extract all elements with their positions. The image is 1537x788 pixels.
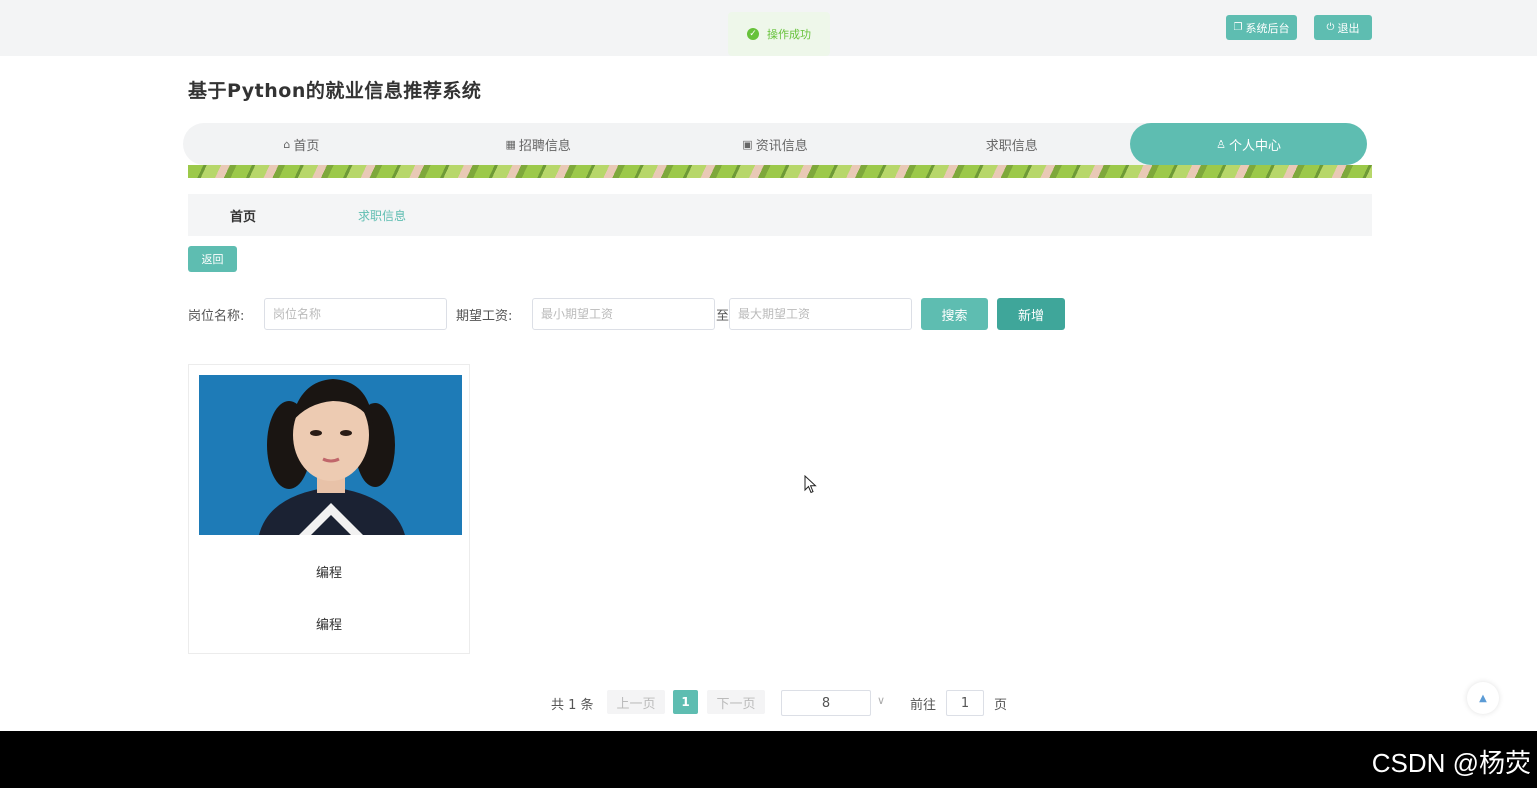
toast-text: 操作成功 — [767, 28, 811, 41]
page-size-select[interactable]: 8 — [781, 690, 871, 716]
admin-button[interactable]: ❐ 系统后台 — [1226, 15, 1297, 40]
nav-item-personal-center[interactable]: ♙ 个人中心 — [1130, 123, 1367, 165]
main-nav: ⌂ 首页 ▦ 招聘信息 ▣ 资讯信息 求职信息 ♙ 个人中心 — [183, 123, 1367, 165]
nav-item-home[interactable]: ⌂ 首页 — [183, 123, 420, 165]
portrait-illustration — [199, 375, 462, 535]
chevron-down-icon[interactable]: ∨ — [877, 694, 885, 707]
nav-item-label: 求职信息 — [985, 138, 1038, 154]
watermark: CSDN @杨荧 — [1371, 748, 1531, 778]
briefcase-icon: ▣ — [742, 137, 753, 151]
nav-item-label: 首页 — [293, 138, 320, 154]
max-salary-input[interactable] — [729, 298, 912, 330]
pagination-total: 共 1 条 — [551, 698, 594, 713]
goto-label: 前往 — [910, 698, 937, 713]
logout-button-label: 退出 — [1337, 21, 1360, 35]
to-label: 至 — [716, 309, 730, 324]
goto-page-input[interactable] — [946, 690, 984, 716]
page-suffix-label: 页 — [994, 698, 1008, 713]
breadcrumb-home[interactable]: 首页 — [230, 206, 256, 225]
pagination: 共 1 条 上一页 1 下一页 8 ∨ 前往 页 — [0, 690, 1537, 716]
mouse-cursor-icon — [804, 475, 817, 494]
profile-photo — [199, 375, 462, 535]
site-title: 基于Python的就业信息推荐系统 — [188, 80, 482, 102]
nav-item-news[interactable]: ▣ 资讯信息 — [657, 123, 894, 165]
logout-button[interactable]: ⏻ 退出 — [1314, 15, 1372, 40]
bottom-bar: CSDN @杨荧 — [0, 731, 1537, 788]
salary-label: 期望工资: — [456, 309, 513, 324]
card-subtitle: 编程 — [315, 618, 342, 633]
min-salary-input[interactable] — [532, 298, 715, 330]
breadcrumb: 首页 求职信息 — [188, 194, 1372, 236]
nav-item-job-seeking[interactable]: 求职信息 — [893, 123, 1130, 165]
power-icon: ⏻ — [1326, 22, 1335, 33]
search-button[interactable]: 搜索 — [921, 298, 988, 330]
grid-icon: ▦ — [505, 137, 516, 151]
nav-item-label: 招聘信息 — [518, 138, 571, 154]
nav-item-label: 资讯信息 — [755, 138, 808, 154]
admin-button-label: 系统后台 — [1245, 21, 1290, 35]
back-button[interactable]: 返回 — [188, 246, 237, 272]
prev-page-button[interactable]: 上一页 — [607, 690, 665, 714]
job-name-label: 岗位名称: — [188, 309, 245, 324]
user-icon: ♙ — [1216, 137, 1227, 151]
success-toast: ✓ 操作成功 — [728, 12, 830, 56]
job-name-input[interactable] — [264, 298, 447, 330]
job-seeking-card[interactable]: 编程 编程 — [188, 364, 470, 654]
back-to-top-button[interactable]: ▲ — [1467, 682, 1499, 714]
next-page-button[interactable]: 下一页 — [707, 690, 765, 714]
page-number-current[interactable]: 1 — [673, 690, 698, 714]
nav-item-recruitment[interactable]: ▦ 招聘信息 — [420, 123, 657, 165]
check-circle-icon: ✓ — [747, 28, 759, 40]
nav-item-label: 个人中心 — [1229, 138, 1282, 154]
card-title: 编程 — [315, 566, 342, 581]
caret-up-icon: ▲ — [1479, 692, 1487, 704]
home-icon: ⌂ — [283, 137, 291, 151]
add-button[interactable]: 新增 — [997, 298, 1065, 330]
breadcrumb-current: 求职信息 — [358, 208, 407, 223]
banner-image — [188, 165, 1372, 178]
copy-icon: ❐ — [1233, 22, 1243, 33]
